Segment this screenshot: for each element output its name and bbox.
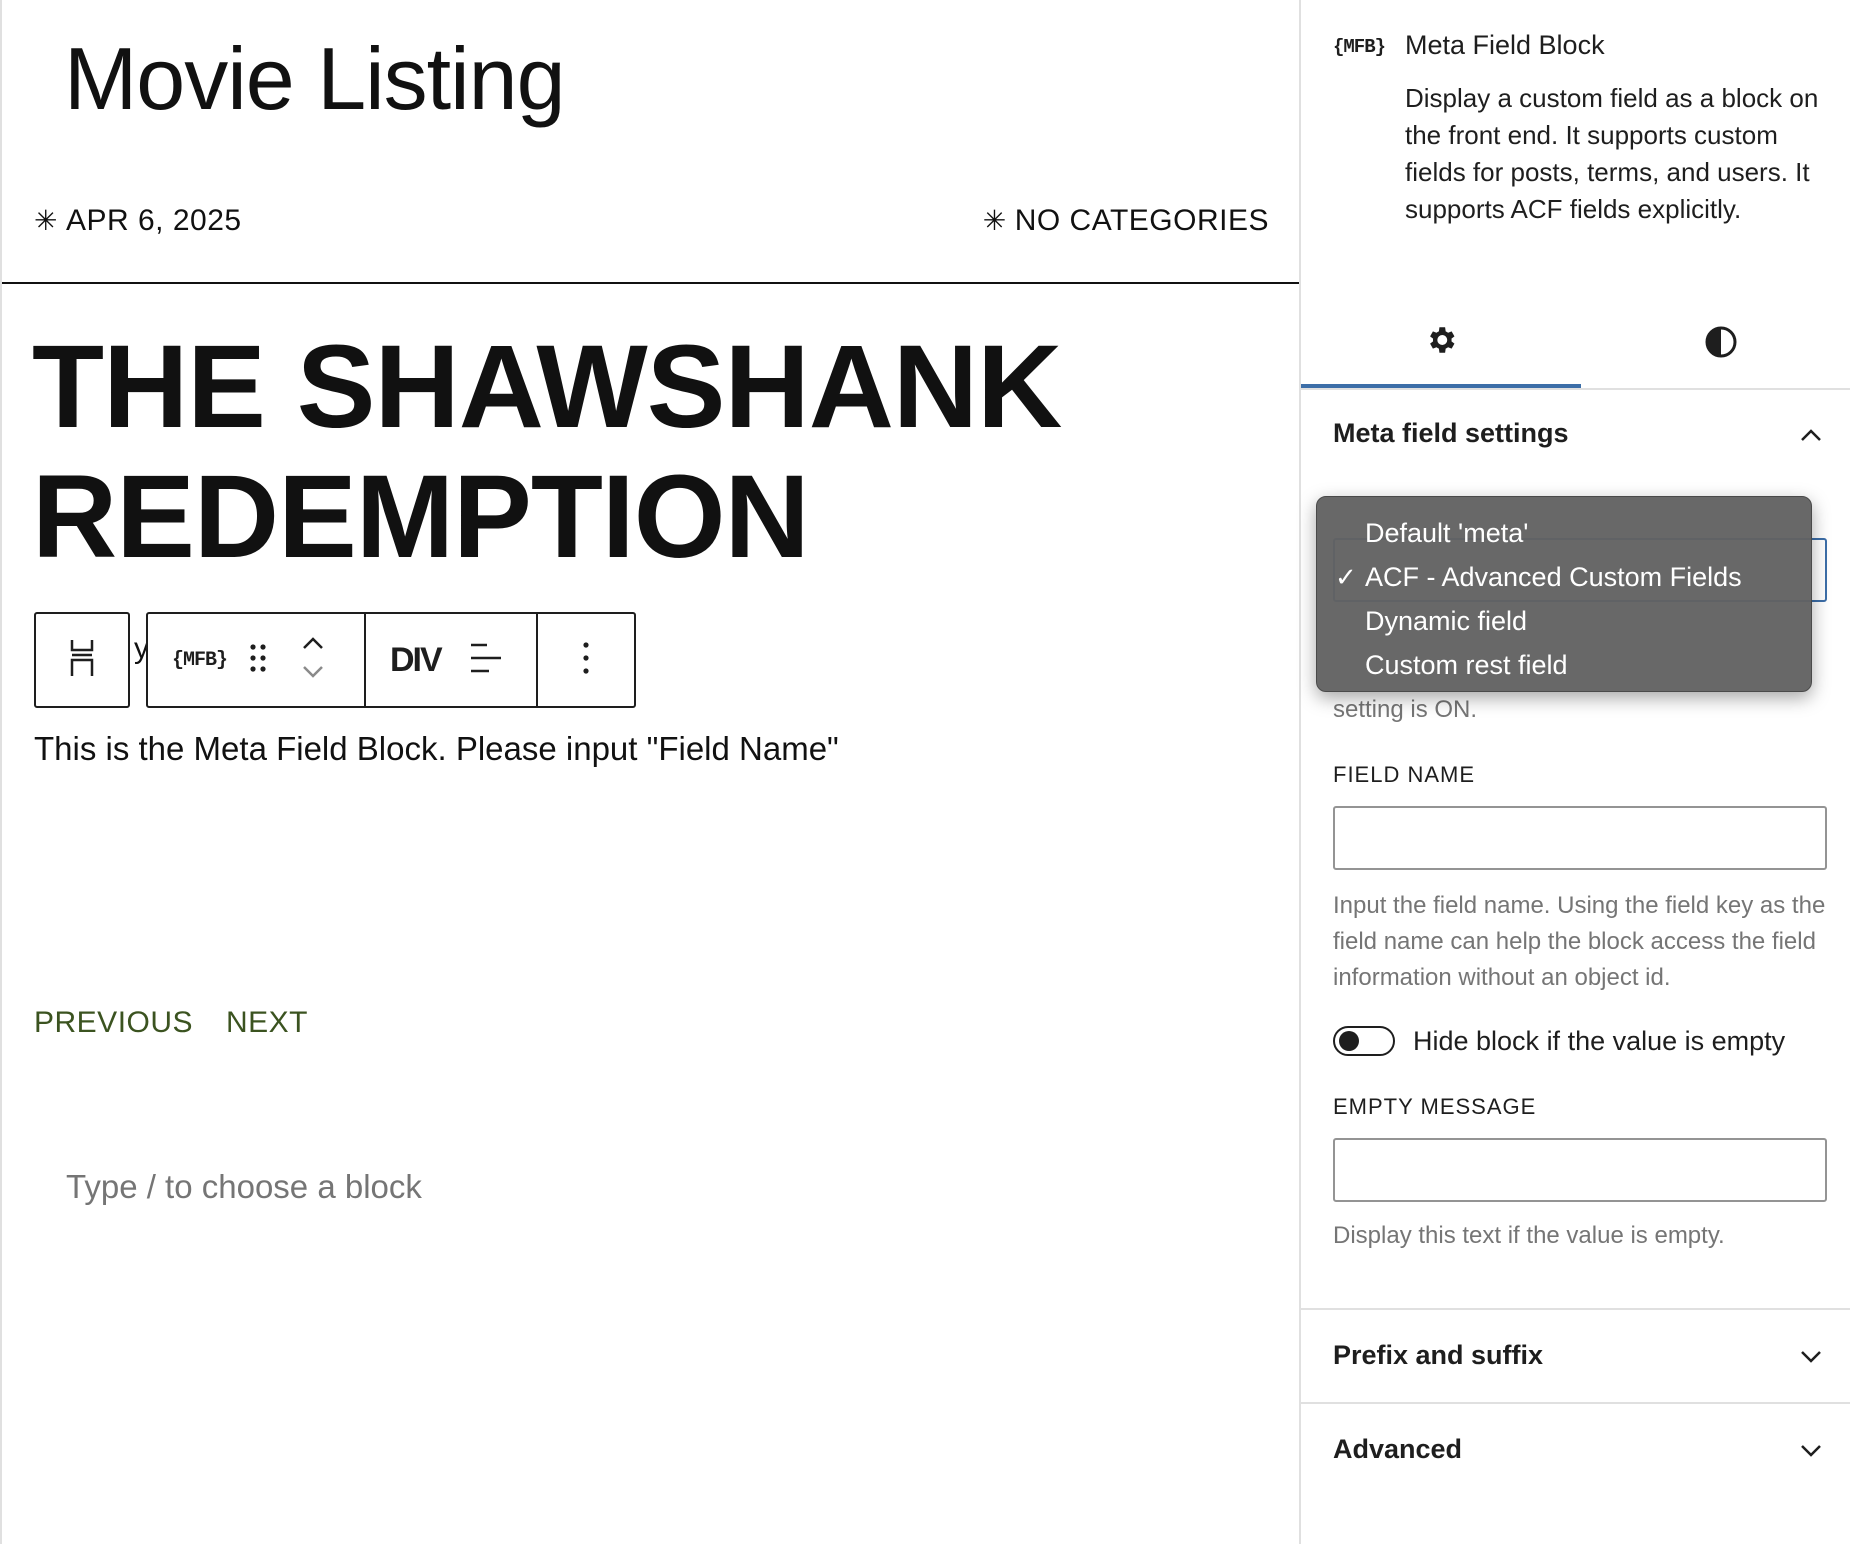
panel-divider	[1301, 1402, 1850, 1404]
parent-block-icon	[68, 638, 96, 683]
toggle-knob	[1339, 1031, 1359, 1051]
select-help-text: setting is ON.	[1333, 696, 1478, 723]
site-title[interactable]: Movie Listing	[64, 28, 566, 130]
dropdown-option[interactable]: Custom rest field	[1317, 643, 1811, 687]
panel-title: Advanced	[1333, 1434, 1463, 1464]
align-left-icon[interactable]	[469, 642, 503, 679]
header-divider	[2, 282, 1301, 284]
options-group	[538, 614, 634, 706]
half-circle-icon	[1704, 325, 1738, 364]
next-post-link[interactable]: NEXT	[226, 1006, 308, 1040]
asterisk-icon: ✳	[34, 205, 58, 236]
html-tag-button[interactable]: DIV	[390, 641, 443, 680]
prefix-suffix-panel-toggle[interactable]: Prefix and suffix	[1333, 1340, 1823, 1371]
tab-settings[interactable]	[1301, 300, 1581, 388]
block-toolbar: {MFB} DIV	[146, 612, 636, 708]
drag-handle-icon[interactable]	[249, 643, 267, 678]
select-parent-block-button[interactable]	[34, 612, 130, 708]
field-name-help: Input the field name. Using the field ke…	[1333, 892, 1826, 991]
block-logo-icon: {MFB}	[1333, 36, 1386, 58]
chevron-up-icon	[303, 637, 323, 649]
post-date-text: APR 6, 2025	[65, 204, 242, 237]
dropdown-option-selected[interactable]: ✓ ACF - Advanced Custom Fields	[1317, 555, 1811, 599]
hide-empty-toggle-label[interactable]: Hide block if the value is empty	[1413, 1026, 1785, 1057]
option-label: Default 'meta'	[1365, 518, 1529, 548]
option-label: Dynamic field	[1365, 606, 1528, 636]
move-up-button[interactable]	[301, 636, 325, 655]
chevron-down-icon	[303, 666, 323, 678]
panel-title: Prefix and suffix	[1333, 1340, 1544, 1370]
dropdown-option[interactable]: Default 'meta'	[1317, 511, 1811, 555]
post-title[interactable]: THE SHAWSHANK REDEMPTION	[32, 321, 1062, 583]
post-categories[interactable]: ✳ NO CATEGORIES	[983, 204, 1269, 238]
field-name-input[interactable]	[1333, 806, 1827, 870]
field-name-label: FIELD NAME	[1333, 762, 1476, 787]
settings-sidebar: {MFB} Meta Field Block Display a custom …	[1299, 0, 1850, 1544]
chevron-down-icon	[1799, 1340, 1823, 1371]
sidebar-tabs	[1301, 300, 1850, 390]
tab-styles[interactable]	[1581, 300, 1850, 388]
post-title-line: THE SHAWSHANK	[32, 321, 1062, 453]
block-card-title: Meta Field Block	[1405, 30, 1605, 60]
post-date[interactable]: ✳ APR 6, 2025	[34, 204, 242, 238]
block-appender[interactable]: Type / to choose a block	[66, 1168, 422, 1206]
block-card-description: Display a custom field as a block on the…	[1405, 83, 1819, 224]
block-switcher-group: {MFB}	[148, 614, 366, 706]
chevron-down-icon	[1799, 1434, 1823, 1465]
option-label: ACF - Advanced Custom Fields	[1365, 562, 1742, 592]
tag-group: DIV	[366, 614, 538, 706]
empty-message-label: EMPTY MESSAGE	[1333, 1094, 1537, 1119]
more-vertical-icon[interactable]	[582, 641, 590, 679]
move-down-button[interactable]	[301, 665, 325, 684]
empty-message-input[interactable]	[1333, 1138, 1827, 1202]
asterisk-icon: ✳	[982, 205, 1007, 236]
editor-canvas: Movie Listing ✳ APR 6, 2025 ✳ NO CATEGORIE…	[0, 0, 1301, 1544]
hide-empty-toggle[interactable]	[1333, 1026, 1395, 1056]
post-title-line: REDEMPTION	[32, 451, 810, 583]
panel-divider	[1301, 1308, 1850, 1310]
empty-message-help: Display this text if the value is empty.	[1333, 1222, 1725, 1249]
dropdown-option[interactable]: Dynamic field	[1317, 599, 1811, 643]
meta-settings-panel-toggle[interactable]: Meta field settings	[1333, 418, 1823, 449]
previous-post-link[interactable]: PREVIOUS	[34, 1006, 193, 1040]
field-type-dropdown: Default 'meta' ✓ ACF - Advanced Custom Fi…	[1316, 496, 1812, 692]
meta-field-block-content[interactable]: This is the Meta Field Block. Please inp…	[34, 730, 839, 768]
gear-icon	[1424, 323, 1458, 362]
post-categories-text: NO CATEGORIES	[1014, 204, 1269, 237]
option-label: Custom rest field	[1365, 650, 1568, 680]
advanced-panel-toggle[interactable]: Advanced	[1333, 1434, 1823, 1465]
checkmark-icon: ✓	[1335, 562, 1357, 592]
block-type-button[interactable]: {MFB}	[172, 649, 228, 672]
chevron-up-icon	[1799, 418, 1823, 449]
panel-title: Meta field settings	[1333, 418, 1569, 448]
